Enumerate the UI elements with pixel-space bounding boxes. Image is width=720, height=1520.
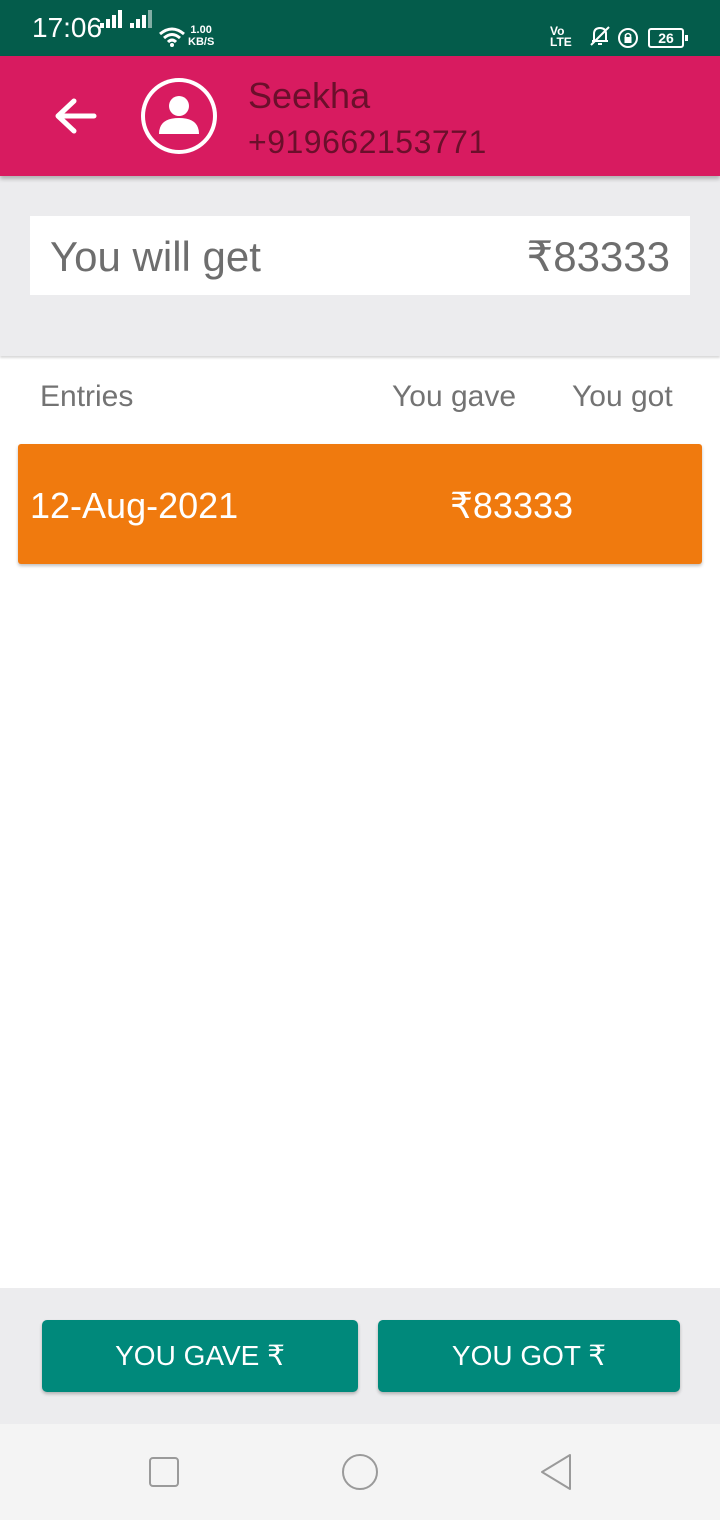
column-header-you-got: You got: [572, 380, 673, 413]
battery-icon: 26: [648, 28, 688, 48]
app-bar: Seekha +919662153771: [0, 56, 720, 176]
balance-label: You will get: [50, 233, 261, 280]
balance-card: You will get ₹83333: [30, 216, 690, 295]
rotation-lock-icon: [618, 28, 638, 48]
volte-bottom: LTE: [550, 35, 572, 49]
back-button[interactable]: [46, 86, 106, 146]
net-speed-unit: KB/S: [188, 36, 215, 48]
wifi-icon: [159, 27, 185, 47]
entry-you-gave: ₹83333: [450, 485, 574, 526]
column-header-you-gave: You gave: [392, 380, 517, 413]
contact-name: Seekha: [248, 75, 371, 116]
balance-amount: ₹83333: [526, 233, 670, 280]
bell-muted-icon: [590, 26, 610, 46]
status-bar: 17:06 1.00 KB/S Vo LTE 26: [0, 0, 720, 56]
you-got-button[interactable]: YOU GOT ₹: [378, 1320, 680, 1392]
volte-indicator: Vo LTE: [550, 25, 572, 49]
circle-icon[interactable]: [340, 1452, 380, 1492]
entry-row[interactable]: 12-Aug-2021 ₹83333: [18, 444, 702, 564]
battery-level: 26: [658, 30, 674, 46]
status-time: 17:06: [32, 12, 103, 43]
bottom-action-bar: YOU GAVE ₹ YOU GOT ₹: [0, 1288, 720, 1424]
contact-phone: +919662153771: [248, 124, 487, 160]
person-icon: [145, 82, 213, 150]
triangle-back-icon[interactable]: [538, 1452, 574, 1492]
entry-date: 12-Aug-2021: [30, 485, 239, 526]
column-header-entries: Entries: [40, 380, 134, 413]
square-icon[interactable]: [148, 1456, 180, 1488]
system-nav-bar: [0, 1424, 720, 1520]
arrow-left-icon: [55, 98, 97, 134]
summary-area: You will get ₹83333: [0, 176, 720, 356]
avatar[interactable]: [141, 78, 217, 154]
you-gave-button[interactable]: YOU GAVE ₹: [42, 1320, 358, 1392]
net-speed-value: 1.00: [190, 24, 212, 36]
net-speed: 1.00 KB/S: [188, 24, 214, 48]
